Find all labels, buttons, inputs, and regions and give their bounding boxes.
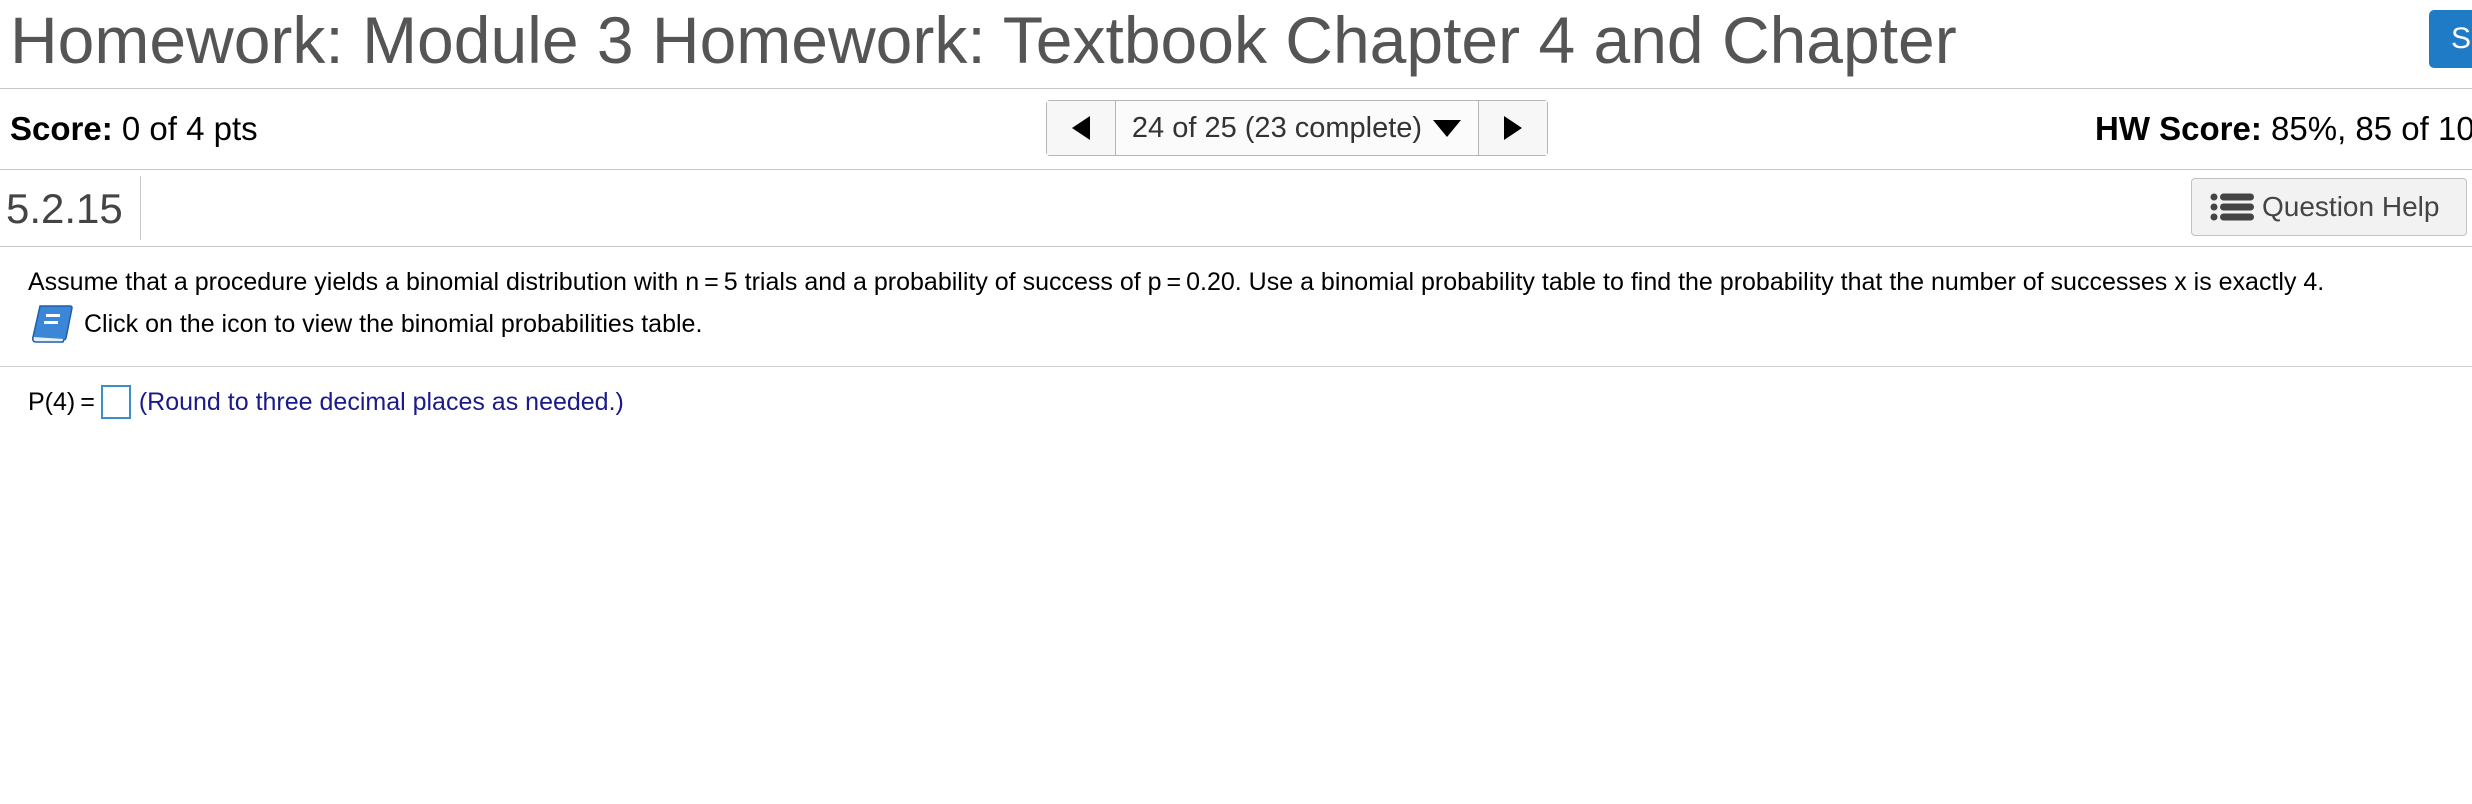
question-prompt: Assume that a procedure yields a binomia… [28, 268, 2325, 296]
question-navigator: 24 of 25 (23 complete) [1046, 100, 1548, 156]
book-icon[interactable] [30, 304, 74, 344]
question-header: 5.2.15 Question Help [0, 170, 2472, 247]
save-button[interactable]: S [2429, 10, 2472, 68]
question-score: Score: 0 of 4 pts [10, 109, 258, 149]
page-title: Homework: Module 3 Homework: Textbook Ch… [10, 3, 1957, 77]
list-icon [2210, 192, 2256, 222]
homework-score: HW Score: 85%, 85 of 100 [2095, 109, 2472, 149]
binomial-table-link-text: Click on the icon to view the binomial p… [84, 309, 703, 338]
question-select-dropdown[interactable]: 24 of 25 (23 complete) [1116, 101, 1478, 155]
question-id: 5.2.15 [6, 185, 123, 232]
score-label: Score: [10, 110, 113, 147]
caret-down-icon [1432, 118, 1462, 138]
previous-question-button[interactable] [1047, 101, 1116, 155]
divider [140, 176, 141, 240]
question-help-button[interactable]: Question Help [2191, 178, 2467, 236]
answer-input[interactable] [100, 385, 131, 419]
answer-label: P(4) = [28, 387, 95, 416]
score-value: 0 of 4 pts [121, 110, 258, 147]
title-bar: Homework: Module 3 Homework: Textbook Ch… [0, 0, 2472, 89]
divider [0, 366, 2472, 367]
answer-row: P(4) = (Round to three decimal places as… [28, 384, 624, 420]
rounding-hint: (Round to three decimal places as needed… [138, 387, 624, 416]
next-question-button[interactable] [1478, 101, 1547, 155]
triangle-left-icon [1072, 116, 1090, 140]
hw-score-value: 85%, 85 of 100 [2271, 110, 2472, 147]
question-position: 24 of 25 (23 complete) [1131, 111, 1423, 144]
homework-page: Homework: Module 3 Homework: Textbook Ch… [0, 0, 2472, 804]
question-help-label: Question Help [2262, 191, 2440, 222]
score-bar: Score: 0 of 4 pts 24 of 25 (23 complete) [0, 89, 2472, 170]
hw-score-label: HW Score: [2095, 110, 2262, 147]
triangle-right-icon [1504, 116, 1522, 140]
binomial-table-link: Click on the icon to view the binomial p… [30, 304, 702, 344]
